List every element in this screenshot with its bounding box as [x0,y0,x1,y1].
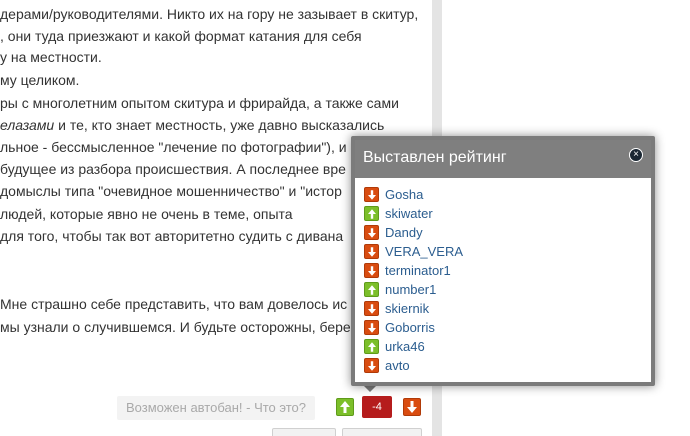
rating-item: skiwater [364,204,463,223]
rating-username-link[interactable]: Goborris [385,320,435,335]
rating-item: number1 [364,280,463,299]
rating-username-link[interactable]: Gosha [385,187,423,202]
modal-header: Выставлен рейтинг × [355,140,651,178]
partial-button[interactable] [272,428,336,436]
vote-down-icon [364,301,379,316]
vote-up-icon [364,282,379,297]
vote-down-icon [364,225,379,240]
article-line: будущее из разбора происшествия. А после… [0,161,346,177]
emphasis-text: елазами [0,117,55,133]
article-line: му целиком. [0,72,80,88]
article-line: для того, чтобы так вот авторитетно суди… [0,228,344,244]
modal-title: Выставлен рейтинг [363,149,507,166]
page: дерами/руководителями. Никто их на гору … [0,0,690,436]
article-line: льное - бессмысленное "лечение по фотогр… [0,139,347,155]
vote-down-icon [364,320,379,335]
rating-username-link[interactable]: urka46 [385,339,425,354]
vote-down-icon [364,358,379,373]
rating-username-link[interactable]: VERA_VERA [385,244,463,259]
vote-down-icon [364,263,379,278]
rating-username-link[interactable]: number1 [385,282,436,297]
article-line: дерами/руководителями. Никто их на гору … [0,6,419,22]
rating-item: VERA_VERA [364,242,463,261]
article-line: мы узнали о случившемся. И будьте осторо… [0,319,351,335]
rating-username-link[interactable]: terminator1 [385,263,451,278]
partial-button[interactable] [342,428,422,436]
arrow-down-icon [407,401,417,413]
article-line: елазами и те, кто знает местность, уже д… [0,117,385,133]
vote-down-icon [364,244,379,259]
rating-item: terminator1 [364,261,463,280]
article-line: , они туда приезжают и какой формат ката… [0,28,362,44]
article-line: Мне страшно себе представить, что вам до… [0,296,348,312]
article-line: ры с многолетним опытом скитура и фрирай… [0,95,399,111]
rating-item: Dandy [364,223,463,242]
rating-username-link[interactable]: skiwater [385,206,433,221]
rating-modal: Выставлен рейтинг × Gosha skiwater Dandy VE… [351,136,655,386]
article-line: домыслы типа "очевидное мошенничество" и… [0,183,342,199]
score-badge[interactable]: -4 [362,396,392,418]
autoban-link[interactable]: Возможен автобан! - Что это? [117,396,315,420]
close-icon[interactable]: × [629,148,643,162]
rating-item: skiernik [364,299,463,318]
rating-username-link[interactable]: Dandy [385,225,423,240]
rating-username-link[interactable]: avto [385,358,410,373]
vote-up-button[interactable] [336,398,354,416]
vote-down-icon [364,187,379,202]
rating-item: Goborris [364,318,463,337]
article-line: людей, которые явно не очень в теме, опы… [0,206,293,222]
article-line: у на местности. [0,49,102,65]
rating-list: Gosha skiwater Dandy VERA_VERA terminator1 nu… [364,185,463,375]
rating-item: avto [364,356,463,375]
vote-up-icon [364,206,379,221]
arrow-up-icon [340,401,350,413]
vote-up-icon [364,339,379,354]
rating-username-link[interactable]: skiernik [385,301,429,316]
rating-item: urka46 [364,337,463,356]
rating-item: Gosha [364,185,463,204]
vote-down-button[interactable] [403,398,421,416]
